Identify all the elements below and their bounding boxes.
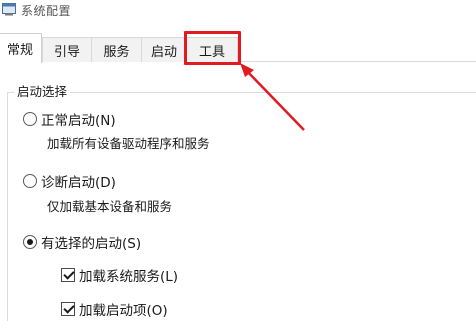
- diagnostic-startup-label[interactable]: 诊断启动(D): [41, 171, 116, 191]
- tab-boot[interactable]: 引导: [42, 37, 92, 62]
- window-title: 系统配置: [21, 4, 72, 18]
- normal-startup-label[interactable]: 正常启动(N): [41, 109, 116, 129]
- normal-startup-radio[interactable]: [23, 112, 37, 126]
- tab-label: 常规: [6, 43, 33, 58]
- system-config-window: 系统配置 常规 引导 服务 启动 工具 启动选择 正常启动(N) 加载所有设备驱…: [0, 0, 476, 321]
- load-startup-items-label[interactable]: 加载启动项(O): [79, 299, 168, 319]
- group-title: 启动选择: [14, 81, 71, 100]
- msconfig-icon: [2, 3, 16, 16]
- selective-startup-label[interactable]: 有选择的启动(S): [41, 232, 141, 252]
- tab-label: 引导: [53, 44, 80, 60]
- tab-services[interactable]: 服务: [91, 37, 142, 62]
- tab-label: 服务: [103, 44, 130, 60]
- diagnostic-startup-radio[interactable]: [23, 174, 37, 188]
- load-system-services-label[interactable]: 加载系统服务(L): [79, 265, 178, 285]
- selective-startup-radio[interactable]: [23, 235, 37, 249]
- normal-startup-description: 加载所有设备驱动程序和服务: [47, 136, 210, 151]
- tab-label: 启动: [150, 44, 177, 60]
- red-arrow-icon: [240, 63, 305, 131]
- tab-general[interactable]: 常规: [0, 33, 42, 63]
- diagnostic-startup-description: 仅加载基本设备和服务: [47, 199, 173, 214]
- load-system-services-checkbox[interactable]: [61, 268, 75, 282]
- title-bar: 系统配置: [0, 0, 476, 22]
- tab-startup[interactable]: 启动: [141, 37, 187, 62]
- load-startup-items-checkbox[interactable]: [61, 302, 75, 316]
